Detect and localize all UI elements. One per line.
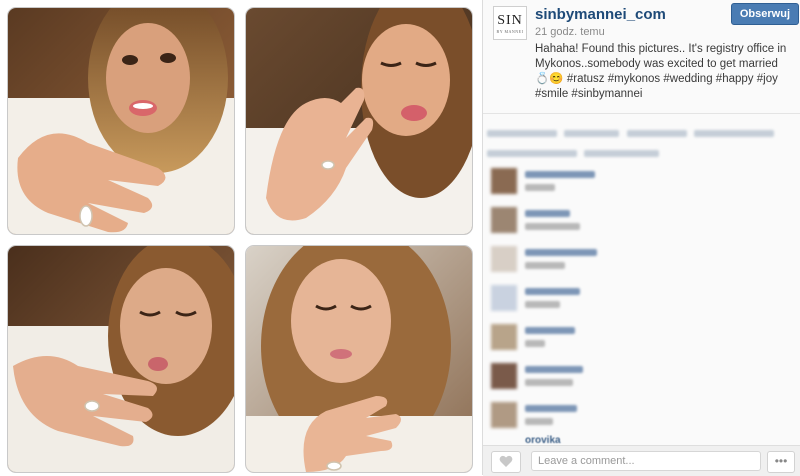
comment-item xyxy=(491,361,791,400)
comment-item xyxy=(491,283,791,322)
comment-item xyxy=(491,244,791,283)
photo-top-right-image xyxy=(246,8,472,234)
blurred-like xyxy=(487,150,577,157)
comment-item xyxy=(491,322,791,361)
comment-text-blurred xyxy=(525,223,580,230)
comment-input[interactable] xyxy=(531,451,761,471)
comment-avatar[interactable] xyxy=(491,246,517,272)
blurred-like xyxy=(694,130,775,137)
photo-bottom-left-image xyxy=(8,246,234,472)
comment-item xyxy=(491,166,791,205)
heart-icon xyxy=(499,455,513,467)
comment-avatar[interactable] xyxy=(491,285,517,311)
hashtag-link[interactable]: #ratusz xyxy=(567,73,605,85)
hashtag-link[interactable]: #joy xyxy=(754,73,778,85)
post-sidebar: SIN BY MANNEI sinbymannei_com 21 godz. t… xyxy=(482,0,800,476)
comment-avatar[interactable] xyxy=(491,363,517,389)
hashtag-link[interactable]: #smile xyxy=(535,88,568,100)
photo-collage xyxy=(0,0,480,475)
caption-hashtags: #ratusz #mykonos #wedding #happy #joy #s… xyxy=(535,73,778,100)
photo-top-left[interactable] xyxy=(7,7,235,235)
divider xyxy=(483,113,800,114)
photo-bottom-right[interactable] xyxy=(245,245,473,473)
comment-avatar[interactable] xyxy=(491,207,517,233)
logo-text: SIN xyxy=(497,13,523,28)
comment-avatar[interactable] xyxy=(491,402,517,428)
blurred-like xyxy=(584,150,660,157)
comment-item xyxy=(491,400,791,439)
post-username[interactable]: sinbymannei_com xyxy=(535,6,666,23)
like-button[interactable] xyxy=(491,451,521,473)
hashtag-link[interactable]: #wedding xyxy=(660,73,712,85)
comment-text-blurred xyxy=(525,379,573,386)
photo-top-left-image xyxy=(8,8,234,234)
more-options-button[interactable]: ••• xyxy=(767,451,795,473)
hashtag-link[interactable]: #mykonos xyxy=(605,73,660,85)
comment-author-blurred[interactable] xyxy=(525,405,577,412)
likes-list-blurred xyxy=(487,124,787,162)
logo-subtext: BY MANNEI xyxy=(496,29,524,34)
comment-author-blurred[interactable] xyxy=(525,249,597,256)
comment-text-blurred xyxy=(525,301,560,308)
post-timestamp: 21 godz. temu xyxy=(535,26,605,38)
hashtag-link[interactable]: #happy xyxy=(713,73,754,85)
hashtag-link[interactable]: #sinbymannei xyxy=(568,88,642,100)
ellipsis-icon: ••• xyxy=(774,454,788,468)
comment-item xyxy=(491,205,791,244)
comment-author-blurred[interactable] xyxy=(525,327,575,334)
comment-author-blurred[interactable] xyxy=(525,210,570,217)
photo-top-right[interactable] xyxy=(245,7,473,235)
blurred-like xyxy=(564,130,620,137)
comments-list xyxy=(491,166,791,439)
comment-avatar[interactable] xyxy=(491,324,517,350)
comment-text-blurred xyxy=(525,184,555,191)
comment-author-blurred[interactable] xyxy=(525,288,580,295)
follow-button[interactable]: Obserwuj xyxy=(730,3,799,25)
comment-bar: ••• xyxy=(483,445,800,476)
blurred-like xyxy=(487,130,557,137)
comment-text-blurred xyxy=(525,340,545,347)
photo-bottom-right-image xyxy=(246,246,472,472)
comment-text-blurred xyxy=(525,418,553,425)
comment-text-blurred xyxy=(525,262,565,269)
blurred-like xyxy=(626,130,687,137)
comment-avatar[interactable] xyxy=(491,168,517,194)
comment-author-blurred[interactable] xyxy=(525,366,583,373)
photo-bottom-left[interactable] xyxy=(7,245,235,473)
profile-avatar[interactable]: SIN BY MANNEI xyxy=(493,6,527,40)
comment-author-blurred[interactable] xyxy=(525,171,595,178)
post-caption: Hahaha! Found this pictures.. It's regis… xyxy=(535,42,791,102)
